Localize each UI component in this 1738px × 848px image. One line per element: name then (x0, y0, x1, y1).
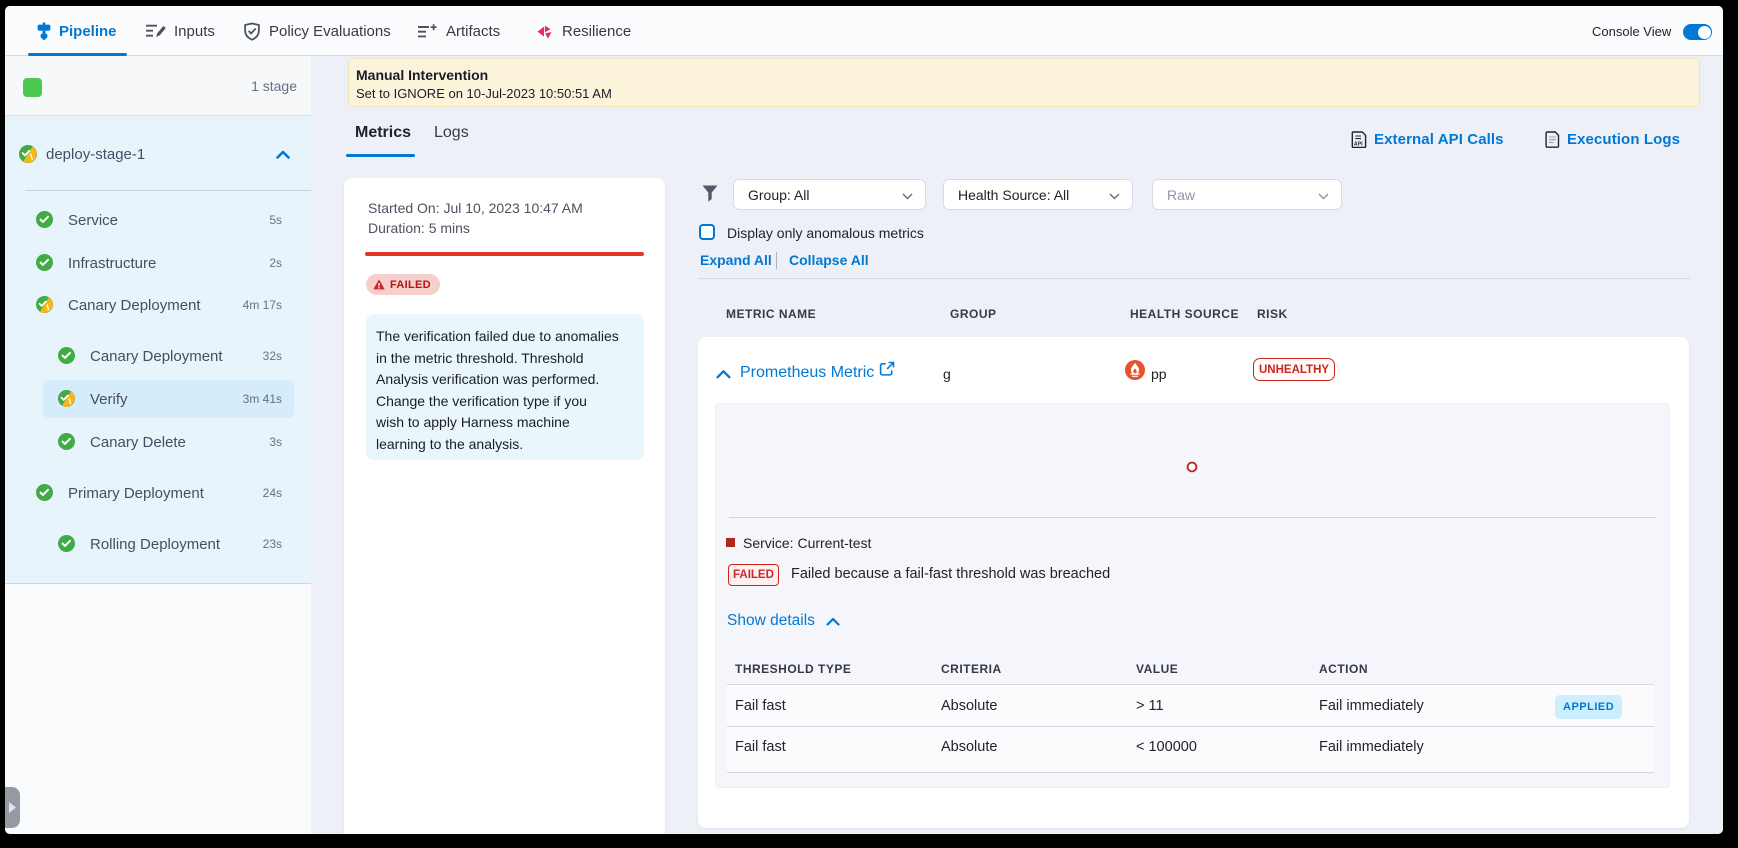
svg-text:API: API (1354, 141, 1363, 147)
